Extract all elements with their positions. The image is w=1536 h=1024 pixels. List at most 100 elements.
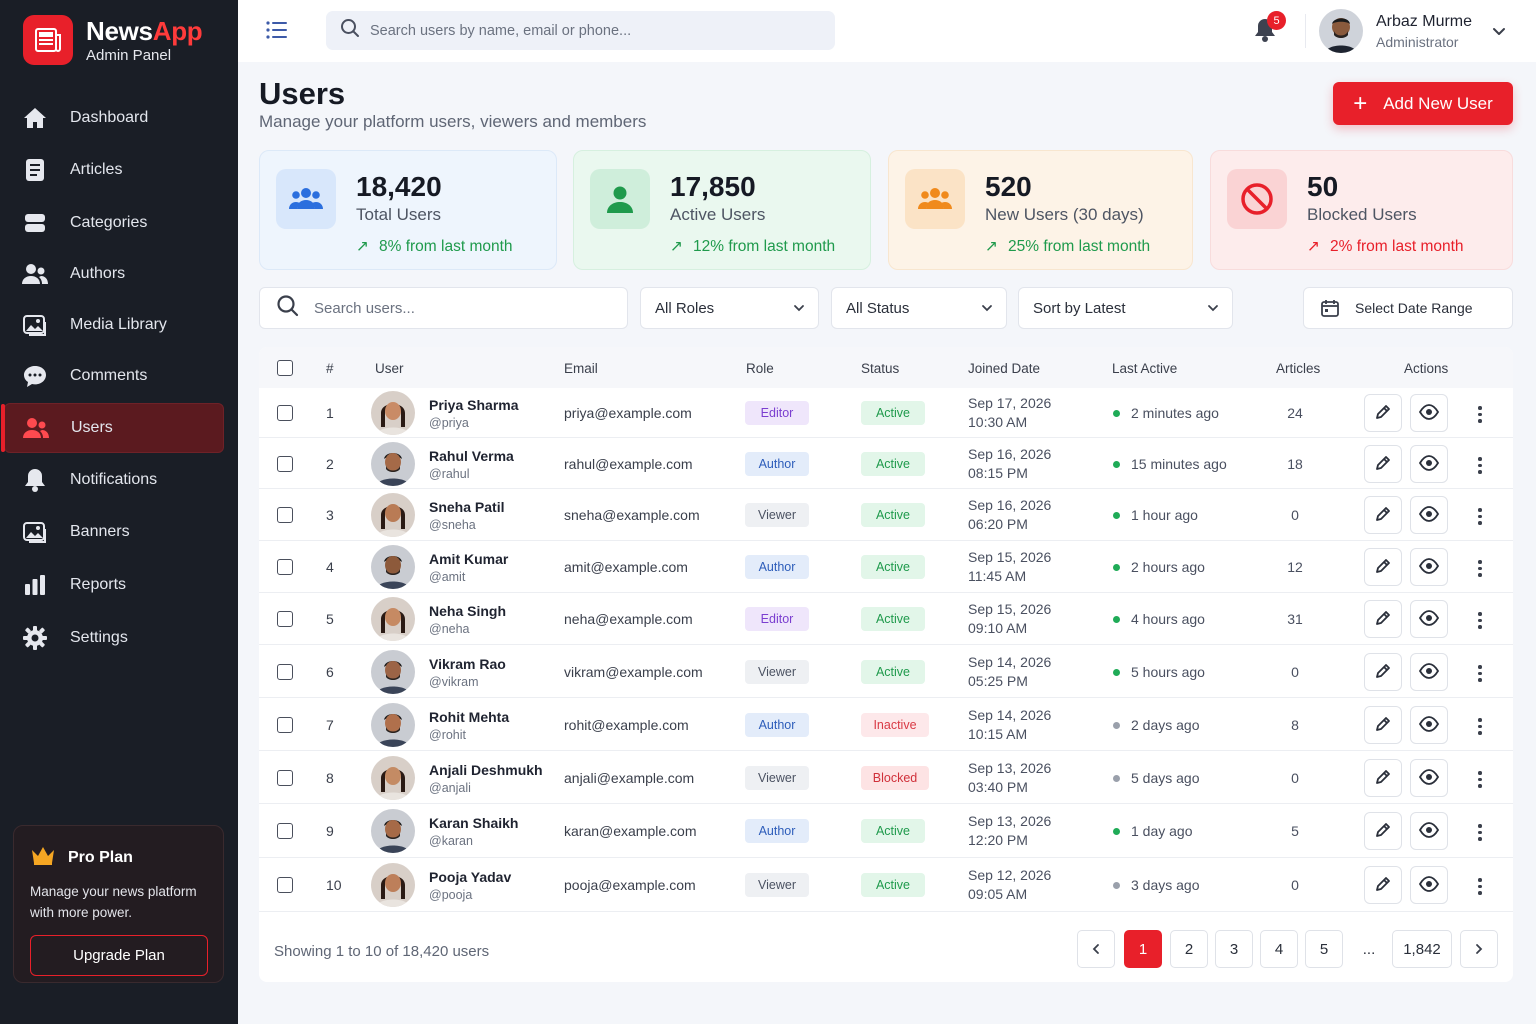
status-dropdown[interactable]: All Status	[831, 287, 1007, 329]
sidebar-item-categories[interactable]: Categories	[0, 198, 238, 248]
more-options-icon[interactable]	[1473, 718, 1487, 735]
user-name[interactable]: Rohit Mehta	[429, 709, 509, 725]
column-header-last-active[interactable]: Last Active	[1112, 361, 1177, 376]
upgrade-plan-button[interactable]: Upgrade Plan	[30, 935, 208, 976]
row-checkbox[interactable]	[277, 823, 293, 839]
view-button[interactable]	[1410, 653, 1448, 691]
edit-button[interactable]	[1364, 866, 1402, 904]
add-new-user-button[interactable]: + Add New User	[1333, 82, 1513, 125]
sidebar-item-users[interactable]: Users	[1, 403, 224, 453]
row-checkbox[interactable]	[277, 717, 293, 733]
user-name[interactable]: Anjali Deshmukh	[429, 762, 543, 778]
edit-button[interactable]	[1364, 759, 1402, 797]
user-name[interactable]: Amit Kumar	[429, 551, 508, 567]
more-options-icon[interactable]	[1473, 508, 1487, 525]
table-row[interactable]: 6 Vikram Rao @vikram vikram@example.com View…	[259, 645, 1513, 698]
table-row[interactable]: 3 Sneha Patil @sneha sneha@example.com Viewe…	[259, 489, 1513, 541]
sidebar-item-dashboard[interactable]: Dashboard	[0, 93, 238, 143]
column-header-role[interactable]: Role	[746, 361, 774, 376]
more-options-icon[interactable]	[1473, 612, 1487, 629]
roles-dropdown[interactable]: All Roles	[640, 287, 819, 329]
sidebar-item-authors[interactable]: Authors	[0, 249, 238, 299]
more-options-icon[interactable]	[1473, 824, 1487, 841]
more-options-icon[interactable]	[1473, 878, 1487, 895]
more-options-icon[interactable]	[1473, 771, 1487, 788]
column-header-status[interactable]: Status	[861, 361, 899, 376]
row-checkbox[interactable]	[277, 456, 293, 472]
edit-button[interactable]	[1364, 394, 1402, 432]
user-name[interactable]: Pooja Yadav	[429, 869, 511, 885]
user-name[interactable]: Neha Singh	[429, 603, 506, 619]
row-checkbox[interactable]	[277, 877, 293, 893]
sidebar-item-comments[interactable]: Comments	[0, 351, 238, 401]
sidebar-item-articles[interactable]: Articles	[0, 145, 238, 195]
view-button[interactable]	[1410, 496, 1448, 534]
date-range-picker[interactable]: Select Date Range	[1303, 287, 1513, 329]
edit-button[interactable]	[1364, 653, 1402, 691]
view-button[interactable]	[1410, 759, 1448, 797]
sidebar-item-notifications[interactable]: Notifications	[0, 455, 238, 505]
edit-button[interactable]	[1364, 706, 1402, 744]
users-search-input[interactable]	[314, 299, 594, 317]
edit-button[interactable]	[1364, 496, 1402, 534]
row-checkbox[interactable]	[277, 507, 293, 523]
view-button[interactable]	[1410, 445, 1448, 483]
users-search[interactable]	[259, 287, 628, 329]
sidebar-item-reports[interactable]: Reports	[0, 560, 238, 610]
row-checkbox[interactable]	[277, 559, 293, 575]
last-page-button[interactable]: 1,842	[1392, 930, 1452, 968]
view-button[interactable]	[1410, 866, 1448, 904]
page-button[interactable]: 5	[1305, 930, 1343, 968]
table-row[interactable]: 10 Pooja Yadav @pooja pooja@example.com View…	[259, 858, 1513, 912]
row-checkbox[interactable]	[277, 611, 293, 627]
user-name[interactable]: Karan Shaikh	[429, 815, 518, 831]
prev-page-button[interactable]	[1077, 930, 1115, 968]
edit-button[interactable]	[1364, 600, 1402, 638]
row-checkbox[interactable]	[277, 770, 293, 786]
page-button[interactable]: 1	[1124, 930, 1162, 968]
page-button[interactable]: 2	[1170, 930, 1208, 968]
brand[interactable]: NewsApp Admin Panel	[23, 15, 203, 65]
table-row[interactable]: 1 Priya Sharma @priya priya@example.com Edit…	[259, 388, 1513, 438]
row-checkbox[interactable]	[277, 664, 293, 680]
user-name[interactable]: Sneha Patil	[429, 499, 504, 515]
user-name[interactable]: Vikram Rao	[429, 656, 506, 672]
more-options-icon[interactable]	[1473, 406, 1487, 423]
table-row[interactable]: 2 Rahul Verma @rahul rahul@example.com Autho…	[259, 438, 1513, 489]
global-search[interactable]	[326, 11, 835, 50]
menu-toggle-icon[interactable]	[266, 20, 288, 45]
more-options-icon[interactable]	[1473, 560, 1487, 577]
view-button[interactable]	[1410, 548, 1448, 586]
global-search-input[interactable]	[370, 22, 800, 39]
page-button[interactable]: 3	[1215, 930, 1253, 968]
edit-button[interactable]	[1364, 548, 1402, 586]
user-profile[interactable]: Arbaz Murme Administrator	[1319, 9, 1472, 53]
edit-button[interactable]	[1364, 812, 1402, 850]
edit-button[interactable]	[1364, 445, 1402, 483]
select-all-checkbox[interactable]	[277, 360, 293, 376]
table-row[interactable]: 8 Anjali Deshmukh @anjali anjali@example.co…	[259, 751, 1513, 804]
table-row[interactable]: 5 Neha Singh @neha neha@example.com Editor Ac…	[259, 593, 1513, 645]
table-row[interactable]: 4 Amit Kumar @amit amit@example.com Author Ac…	[259, 541, 1513, 593]
table-row[interactable]: 7 Rohit Mehta @rohit rohit@example.com Autho…	[259, 698, 1513, 751]
column-header-user[interactable]: User	[375, 361, 404, 376]
column-header-email[interactable]: Email	[564, 361, 598, 376]
sidebar-item-settings[interactable]: Settings	[0, 613, 238, 663]
row-checkbox[interactable]	[277, 405, 293, 421]
user-name[interactable]: Rahul Verma	[429, 448, 514, 464]
chevron-down-icon[interactable]	[1491, 23, 1507, 44]
sort-dropdown[interactable]: Sort by Latest	[1018, 287, 1233, 329]
view-button[interactable]	[1410, 706, 1448, 744]
next-page-button[interactable]	[1460, 930, 1498, 968]
sidebar-item-media-library[interactable]: Media Library	[0, 300, 238, 350]
column-header-articles[interactable]: Articles	[1276, 361, 1320, 376]
user-name[interactable]: Priya Sharma	[429, 397, 519, 413]
view-button[interactable]	[1410, 394, 1448, 432]
table-row[interactable]: 9 Karan Shaikh @karan karan@example.com Auth…	[259, 804, 1513, 858]
view-button[interactable]	[1410, 600, 1448, 638]
more-options-icon[interactable]	[1473, 665, 1487, 682]
more-options-icon[interactable]	[1473, 457, 1487, 474]
page-button[interactable]: 4	[1260, 930, 1298, 968]
column-header-joined[interactable]: Joined Date	[968, 361, 1040, 376]
sidebar-item-banners[interactable]: Banners	[0, 507, 238, 557]
